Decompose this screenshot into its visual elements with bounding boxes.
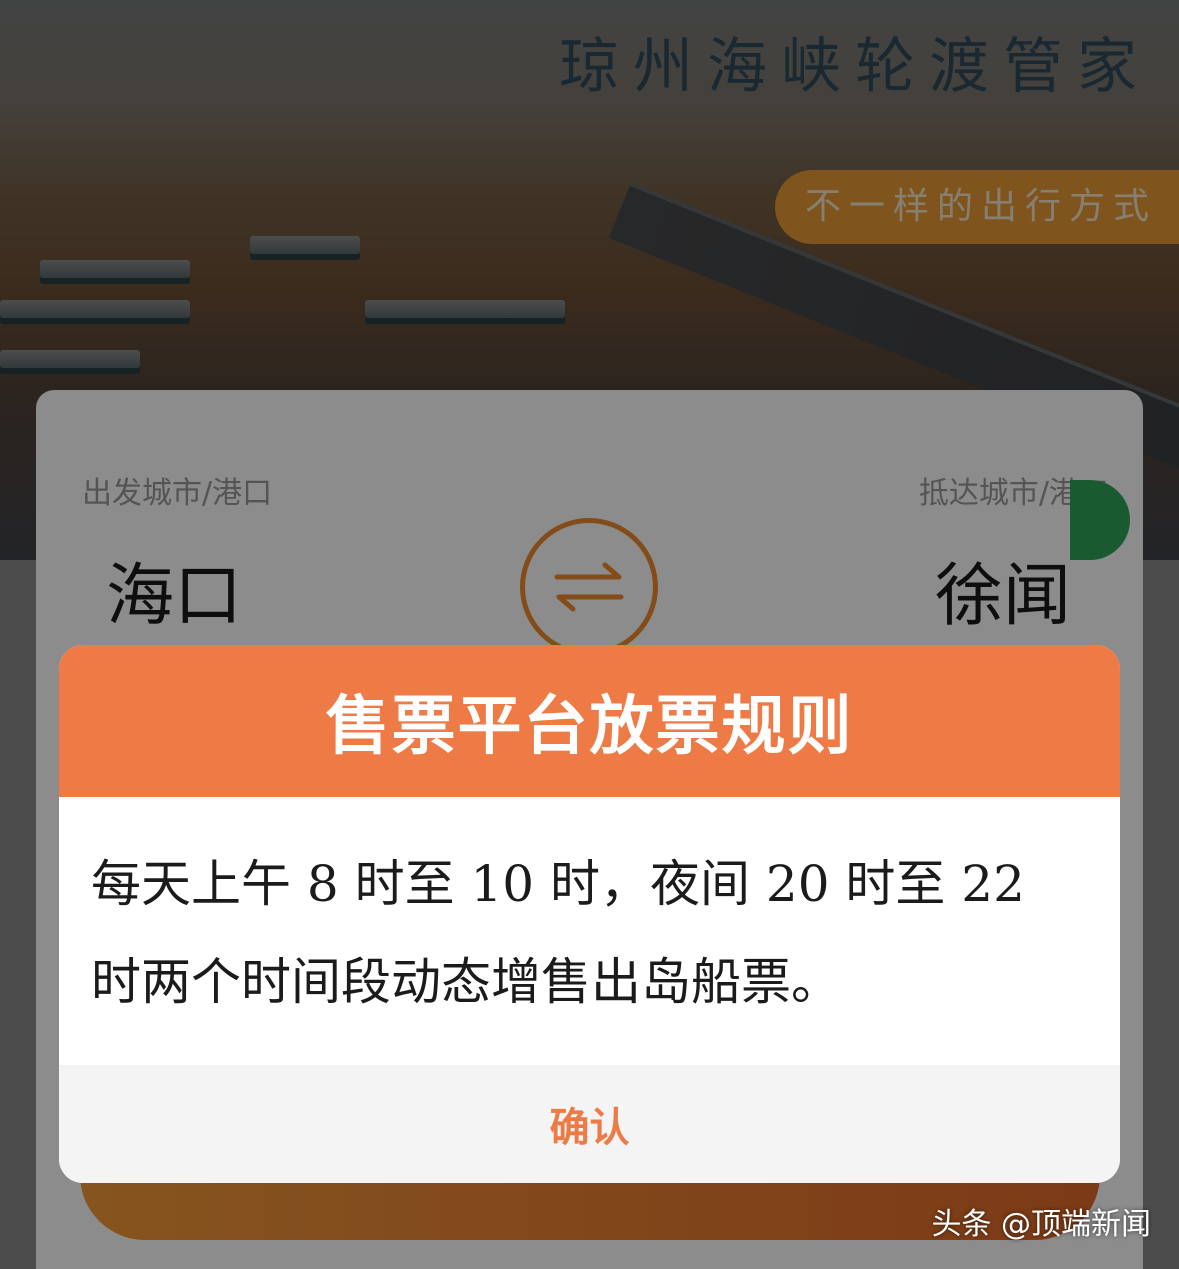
confirm-button[interactable]: 确认 [550, 1095, 630, 1153]
dialog-header: 售票平台放票规则 [59, 645, 1120, 797]
watermark: 头条 @顶端新闻 [931, 1207, 1151, 1242]
ticket-rules-dialog: 售票平台放票规则 每天上午 8 时至 10 时，夜间 20 时至 22 时两个时… [59, 645, 1120, 1183]
dialog-footer: 确认 [59, 1065, 1120, 1183]
dialog-title: 售票平台放票规则 [325, 690, 854, 764]
dialog-message: 每天上午 8 时至 10 时，夜间 20 时至 22 时两个时间段动态增售出岛船… [91, 855, 1025, 1011]
